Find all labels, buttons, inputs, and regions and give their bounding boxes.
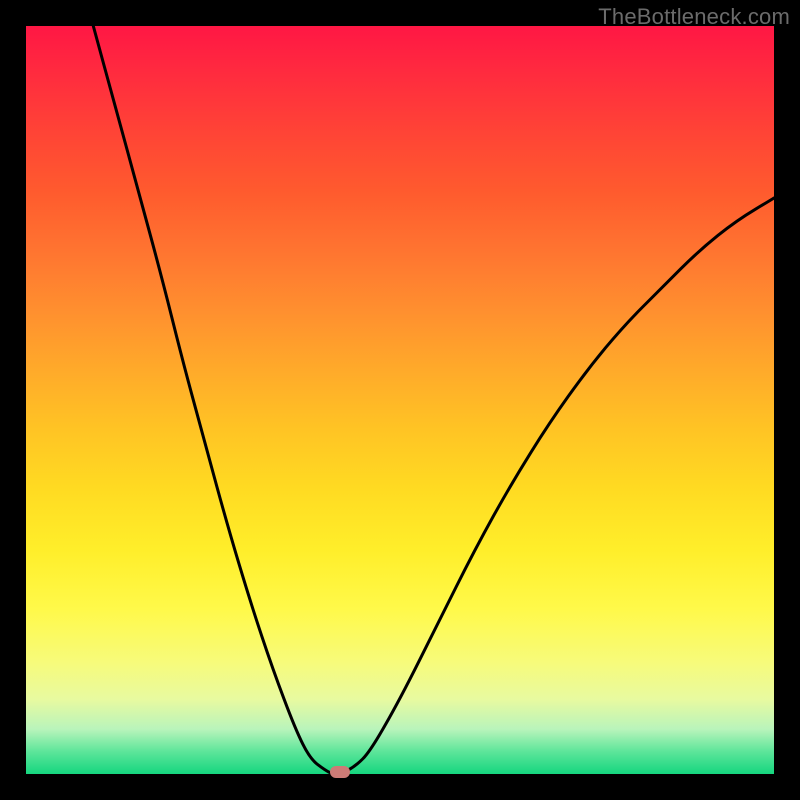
plot-area xyxy=(26,26,774,774)
bottleneck-curve xyxy=(93,26,774,774)
minimum-marker xyxy=(330,766,350,778)
curve-svg xyxy=(26,26,774,774)
chart-frame: TheBottleneck.com xyxy=(0,0,800,800)
